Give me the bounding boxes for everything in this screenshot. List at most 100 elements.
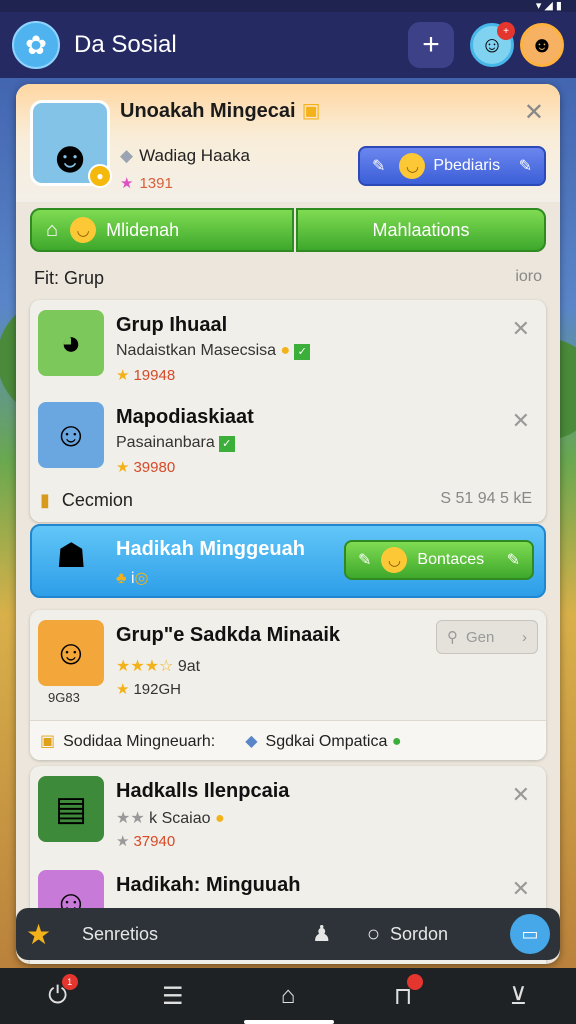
- notification-badge: [407, 973, 424, 990]
- power-icon[interactable]: ⏻ 1: [28, 974, 88, 1010]
- cat-thumbnail: ◕: [38, 310, 104, 376]
- smiley-icon: ◡: [70, 217, 97, 243]
- home-icon[interactable]: ⌂: [258, 982, 318, 1010]
- footer-label[interactable]: ▮ Cecmion: [40, 490, 133, 512]
- friend-avatar[interactable]: ☺ +: [470, 22, 515, 67]
- footer-right: S 51 94 5 kE: [440, 490, 532, 507]
- list-item[interactable]: ◕ Grup Ihuaal Nadaistkan Masecsisa ● ✓ ★ 1…: [30, 300, 546, 384]
- coin-icon: ●: [214, 810, 225, 827]
- system-nav-bar: ⏻ 1 ☰ ⌂ ⊓ ⊻: [0, 968, 576, 1024]
- close-icon[interactable]: ✕: [512, 876, 530, 902]
- row-title: Mapodiaskiaat: [116, 406, 254, 428]
- check-icon: ✓: [294, 344, 311, 360]
- profile-avatar[interactable]: ☻: [520, 23, 564, 67]
- tab-bar: ⌂ ◡ Mlidenah Mahlaations: [30, 208, 546, 252]
- pencil-icon: ✎: [506, 552, 520, 569]
- row-subtitle: Pasainanbara ✓: [116, 434, 235, 452]
- banner-title: Hadikah Minggeuah: [116, 538, 305, 560]
- person-icon[interactable]: ♟: [277, 921, 367, 947]
- banner-action-button[interactable]: ✎ ◡ Bontaces ✎: [344, 540, 534, 580]
- row-subtitle: ★★ k Scaiao ●: [116, 810, 225, 827]
- download-icon[interactable]: ⊻: [488, 982, 548, 1011]
- chest-icon: ▣: [40, 732, 56, 750]
- card-thumbnail: ▤: [38, 776, 104, 842]
- close-icon[interactable]: ✕: [512, 782, 530, 808]
- home-indicator: [244, 1020, 334, 1024]
- chat-icon[interactable]: ▭: [510, 914, 550, 954]
- group-panel: ☻ ● Unoakah Mingecai ▣ ✕ ◆ Wadiag Haaka ★ 1…: [16, 84, 560, 964]
- star-icon: ★: [120, 175, 134, 192]
- pencil-icon: ✎: [372, 158, 386, 175]
- tab-home[interactable]: ⌂ ◡ Mlidenah: [30, 208, 294, 252]
- mascot-icon: ☗: [56, 537, 87, 575]
- tab-label: Mahlaations: [372, 219, 470, 240]
- info-item[interactable]: ◆ Sgdkai Ompatica ●: [245, 731, 401, 751]
- group-list-card: ◕ Grup Ihuaal Nadaistkan Masecsisa ● ✓ ★ 1…: [30, 300, 546, 522]
- home-icon: ⌂: [46, 218, 59, 241]
- panel-header: ☻ ● Unoakah Mingecai ▣ ✕ ◆ Wadiag Haaka ★ 1…: [16, 84, 560, 202]
- chest-icon: ▣: [301, 100, 321, 122]
- group-thumbnail: ☺: [38, 620, 104, 686]
- tab-label: Mlidenah: [106, 219, 180, 240]
- settings-label[interactable]: Senretios: [82, 924, 277, 945]
- star-icon: ★: [116, 681, 130, 698]
- smiley-icon: ◡: [381, 547, 408, 573]
- banner-sub: ♣ i◎: [116, 570, 149, 587]
- chevron-right-icon: ›: [522, 628, 527, 646]
- app-bar: ✿ Da Sosial + ☺ + ☻: [0, 12, 576, 78]
- search-label[interactable]: Sordon: [390, 924, 510, 945]
- hero-score: ★ 1391: [120, 175, 173, 192]
- close-icon[interactable]: ✕: [512, 316, 530, 342]
- search-label: Gen: [466, 628, 495, 646]
- rating-stars-icon: ★★★☆: [116, 658, 174, 675]
- featured-title: Grup"e Sadkda Minaaik: [116, 624, 340, 646]
- row-score: ★ 37940: [116, 833, 176, 850]
- status-bar: ▾ ◢ ▮: [0, 0, 576, 12]
- leaf-icon: ●: [391, 732, 402, 750]
- filter-row: Fit: Grup ioro: [34, 268, 542, 290]
- bookmark-icon[interactable]: ⊓: [373, 973, 433, 1011]
- filter-label: Fit: Grup: [34, 268, 105, 288]
- hero-subtitle: ◆ Wadiag Haaka: [120, 146, 250, 165]
- featured-group-card: ☺ 9G83 Grup"e Sadkda Minaaik ★★★☆ 9at ★ 1…: [30, 610, 546, 760]
- tab-mahlaations[interactable]: Mahlaations: [296, 208, 546, 252]
- book-icon: ▮: [40, 490, 50, 510]
- promo-banner[interactable]: ☗ Hadikah Minggeuah ♣ i◎ ✎ ◡ Bontaces ✎: [30, 524, 546, 598]
- close-icon[interactable]: ✕: [524, 98, 544, 127]
- search-icon[interactable]: ○: [367, 921, 380, 947]
- coin-icon: ●: [88, 164, 112, 188]
- cube-icon: ◆: [245, 732, 258, 750]
- star-icon: ★: [116, 833, 130, 850]
- row-score: ★ 19948: [116, 367, 176, 384]
- app-title: Da Sosial: [74, 31, 177, 58]
- pencil-icon: ✎: [518, 158, 532, 175]
- bag-icon: ♣: [116, 570, 127, 587]
- search-button[interactable]: ⚲ Gen ›: [436, 620, 538, 654]
- app-logo-icon[interactable]: ✿: [12, 21, 60, 69]
- filter-right[interactable]: ioro: [515, 268, 542, 290]
- info-strip: ▣ Sodidaa Mingneuarh: ◆ Sgdkai Ompatica ●: [30, 720, 546, 760]
- row-title: Grup Ihuaal: [116, 314, 228, 336]
- row-subtitle: Nadaistkan Masecsisa ● ✓: [116, 342, 311, 360]
- coin-icon: ●: [280, 342, 291, 359]
- cube-icon: ◆: [120, 146, 134, 165]
- rating-stars-icon: ★★: [116, 810, 145, 827]
- list-item[interactable]: ▤ Hadkalls Ilenpcaia ★★ k Scaiao ● ★ 3794…: [30, 766, 546, 850]
- featured-rating: ★★★☆ 9at: [116, 658, 201, 675]
- banner-action-label: Bontaces: [417, 551, 485, 568]
- menu-icon[interactable]: ☰: [143, 982, 203, 1011]
- hero-action-label: Pbediaris: [433, 157, 501, 174]
- row-title: Hadkalls Ilenpcaia: [116, 780, 290, 802]
- hero-action-button[interactable]: ✎ ◡ Pbediaris ✎: [358, 146, 546, 186]
- add-button[interactable]: +: [408, 22, 454, 68]
- list-item[interactable]: ☺ Mapodiaskiaat Pasainanbara ✓ ★ 39980 ✕: [30, 392, 546, 476]
- panel-title: Unoakah Mingecai ▣: [120, 100, 321, 122]
- pencil-icon: ✎: [358, 552, 372, 569]
- close-icon[interactable]: ✕: [512, 408, 530, 434]
- star-icon[interactable]: ★: [26, 918, 66, 951]
- info-item[interactable]: ▣ Sodidaa Mingneuarh:: [40, 731, 215, 751]
- avatar-badge: +: [497, 22, 515, 40]
- star-icon: ★: [116, 459, 130, 476]
- featured-score: ★ 192GH: [116, 681, 181, 698]
- bottom-action-bar: ★ Senretios ♟ ○ Sordon ▭: [16, 908, 560, 960]
